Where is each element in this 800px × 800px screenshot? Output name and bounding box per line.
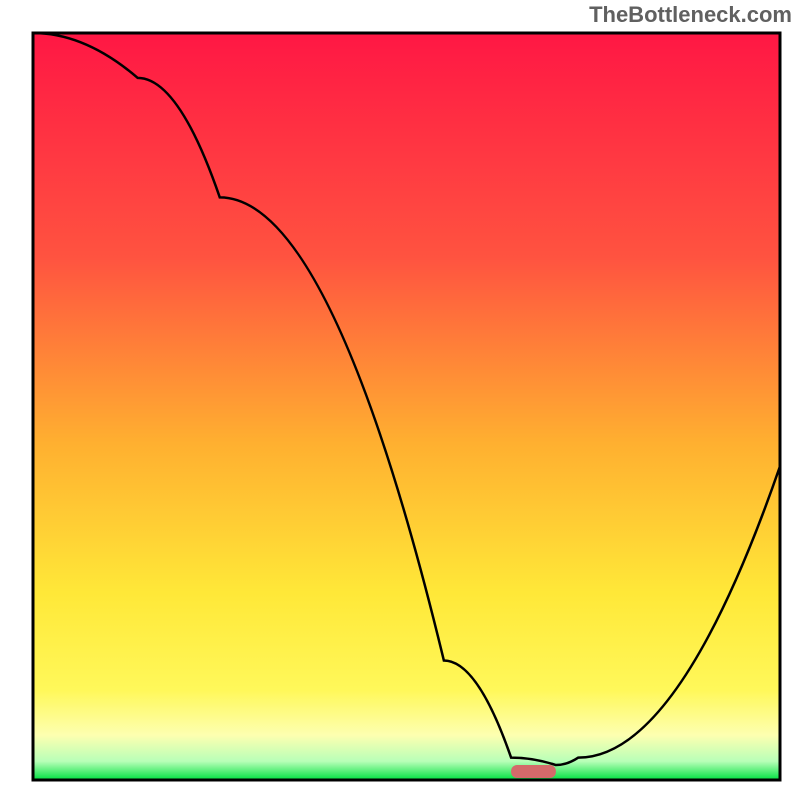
gradient-fill [33,33,780,780]
optimal-marker [511,765,556,778]
bottleneck-chart [0,0,800,800]
